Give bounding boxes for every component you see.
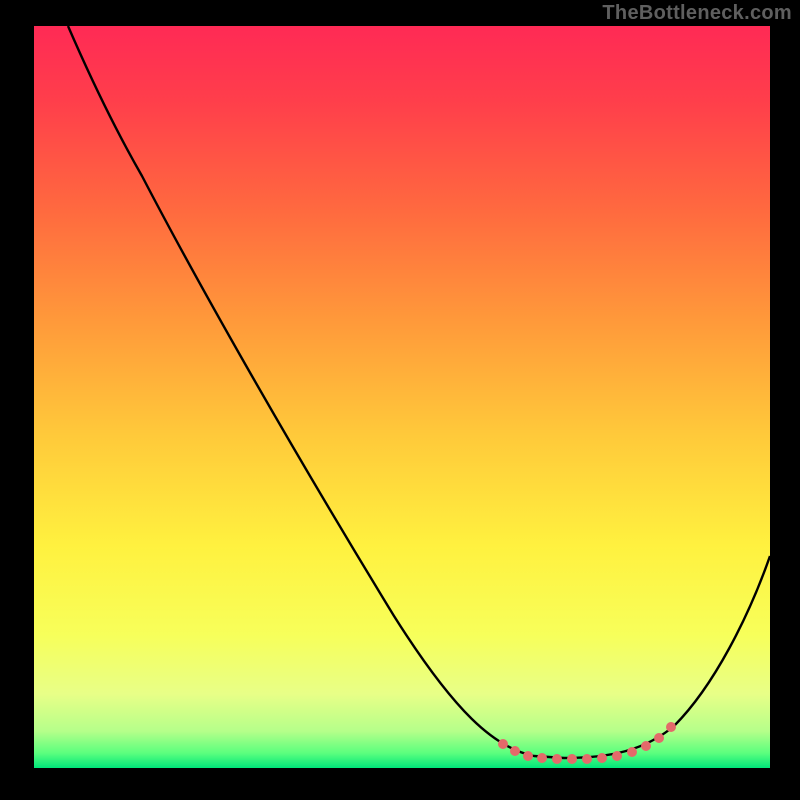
- plot-area: [34, 26, 770, 768]
- sweet-spot-dots: [498, 722, 676, 764]
- watermark-text: TheBottleneck.com: [602, 2, 792, 25]
- chart-frame: TheBottleneck.com: [0, 0, 800, 800]
- bottleneck-curve: [34, 26, 770, 768]
- curve-line: [68, 26, 770, 758]
